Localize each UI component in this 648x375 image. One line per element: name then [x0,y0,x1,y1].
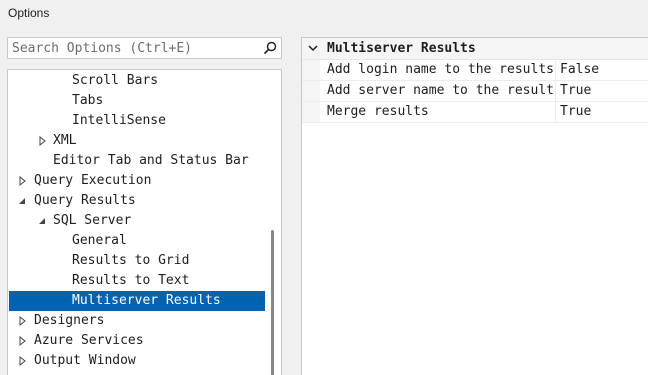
title-bar: Options [0,0,648,28]
tree-item-label: Query Results [34,193,136,208]
tree-item-label: SQL Server [53,213,132,228]
property-row[interactable]: Add server name to the results True [302,81,648,102]
tree-item-label: Multiserver Results [72,293,221,308]
tree-item-query-execution[interactable]: Query Execution [9,171,265,191]
tree-item-intellisense[interactable]: IntelliSense [9,111,265,131]
expand-arrow-icon[interactable] [17,331,29,351]
tree-item-results-to-grid[interactable]: Results to Grid [9,251,265,271]
expand-arrow-icon[interactable] [17,171,29,191]
property-row[interactable]: Merge results True [302,102,648,123]
row-gutter [302,60,320,80]
tree-item-label: Output Window [34,353,136,368]
property-grid: Multiserver Results Add login name to th… [301,37,648,375]
tree-item-label: Results to Grid [72,253,190,268]
search-icon[interactable] [262,40,278,56]
tree-item-label: XML [53,133,77,148]
tree-item-editor-tab-and-status-bar[interactable]: Editor Tab and Status Bar [9,151,265,171]
property-name: Add server name to the results [327,83,555,98]
tree-item-label: Scroll Bars [72,73,159,88]
tree-item-label: Results to Text [72,273,190,288]
tree-item-label: IntelliSense [72,113,166,128]
tree-scrollbar-thumb[interactable] [271,230,274,375]
options-tree: Scroll Bars Tabs IntelliSense XML Editor… [7,69,282,375]
category-title: Multiserver Results [327,41,476,56]
tree-item-output-window[interactable]: Output Window [9,351,265,371]
property-value[interactable]: True [555,81,648,101]
chevron-down-icon[interactable] [308,43,318,53]
tree-item-xml[interactable]: XML [9,131,265,151]
expand-arrow-icon[interactable] [37,131,49,151]
collapse-arrow-icon[interactable] [37,211,49,231]
expand-arrow-icon[interactable] [17,311,29,331]
window-title: Options [8,6,50,20]
tree-item-tabs[interactable]: Tabs [9,91,265,111]
tree-item-general[interactable]: General [9,231,265,251]
tree-item-label: Tabs [72,93,104,108]
tree-item-label: Editor Tab and Status Bar [53,153,249,168]
search-input[interactable] [8,38,264,58]
tree-item-azure-services[interactable]: Azure Services [9,331,265,351]
property-name: Add login name to the results [327,62,554,77]
search-box[interactable] [7,37,282,59]
tree-item-label: Azure Services [34,333,144,348]
property-value[interactable]: False [555,60,648,80]
row-gutter [302,102,320,122]
tree-item-scroll-bars[interactable]: Scroll Bars [9,71,265,91]
tree-item-multiserver-results[interactable]: Multiserver Results [9,291,265,311]
collapse-arrow-icon[interactable] [17,191,29,211]
tree-item-label: General [72,233,127,248]
tree-item-label: Query Execution [34,173,152,188]
property-value[interactable]: True [555,102,648,122]
property-row[interactable]: Add login name to the results False [302,60,648,81]
tree-item-results-to-text[interactable]: Results to Text [9,271,265,291]
property-name: Merge results [327,104,429,119]
tree-item-query-results[interactable]: Query Results [9,191,265,211]
tree-item-designers[interactable]: Designers [9,311,265,331]
expand-arrow-icon[interactable] [17,351,29,371]
tree-item-sql-server[interactable]: SQL Server [9,211,265,231]
tree-item-label: Designers [34,313,105,328]
row-gutter [302,81,320,101]
category-header[interactable]: Multiserver Results [302,38,648,60]
